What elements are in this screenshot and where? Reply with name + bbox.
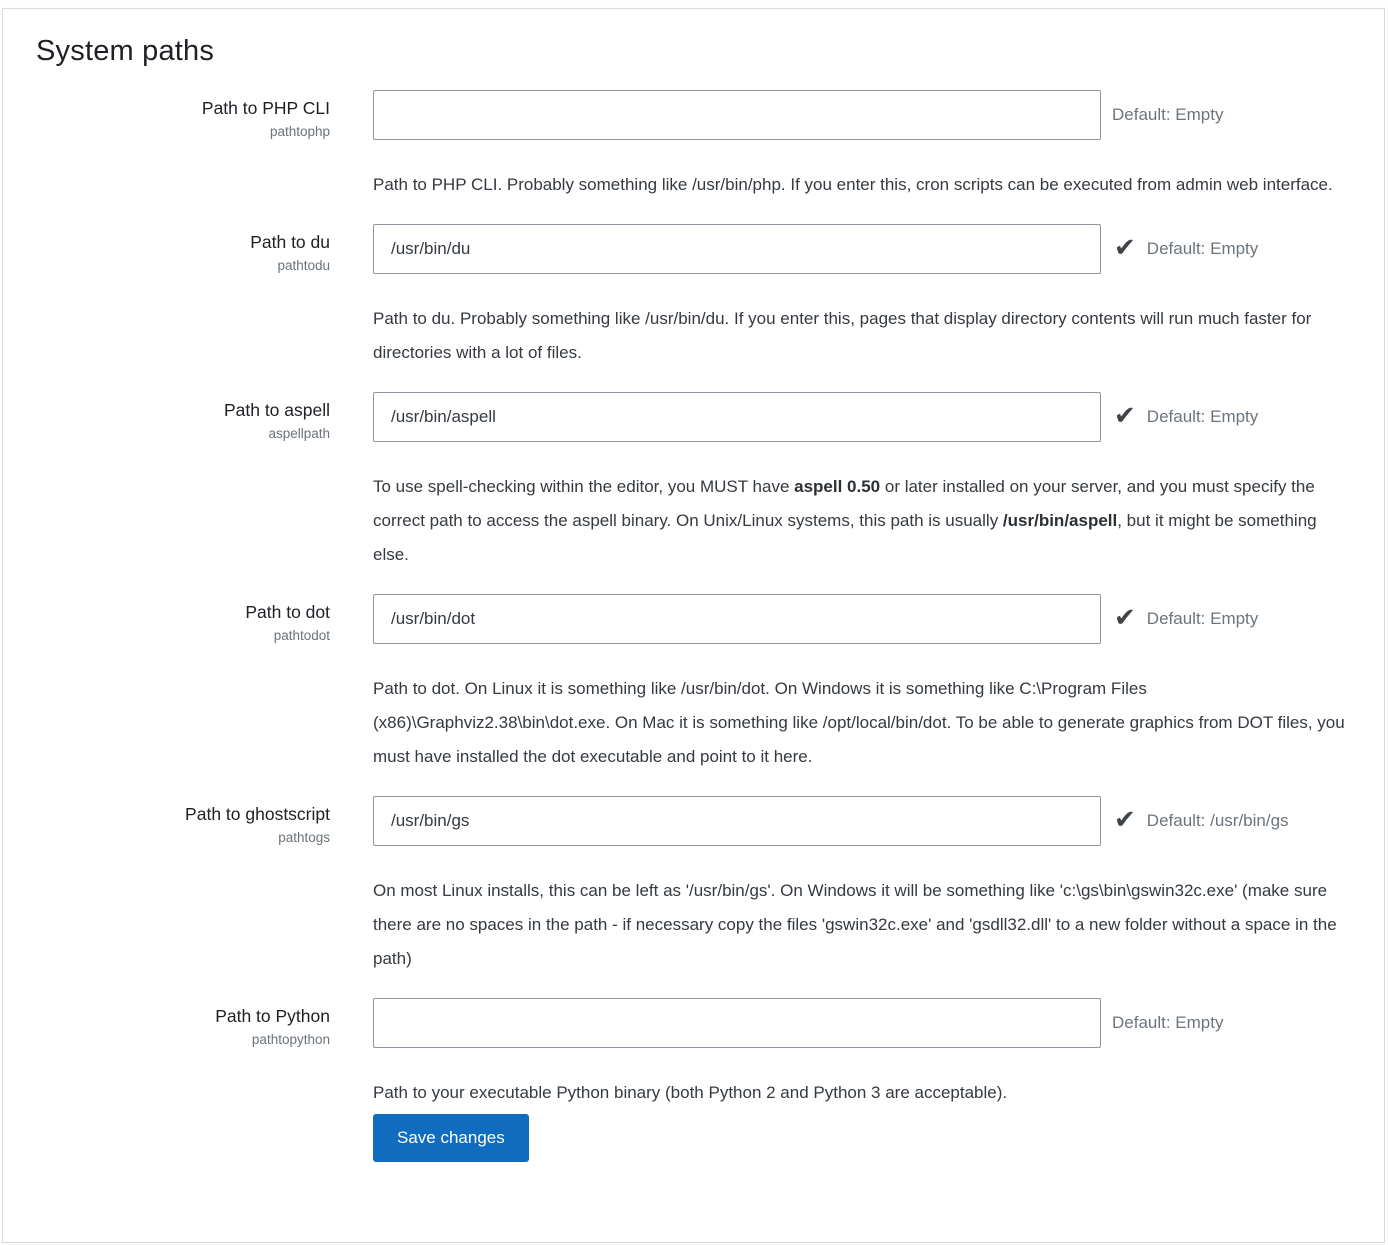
default-check-icon: ✔: [1114, 402, 1136, 428]
page-title: System paths: [36, 35, 1356, 68]
pathtopython-input[interactable]: [373, 998, 1101, 1048]
setting-id: pathtogs: [36, 830, 330, 845]
default-value-text: Default: /usr/bin/gs: [1147, 811, 1289, 831]
default-value-text: Default: Empty: [1147, 239, 1259, 259]
setting-id: pathtodot: [36, 628, 330, 643]
setting-label-column: Path to dot pathtodot: [36, 594, 330, 774]
setting-label: Path to dot: [36, 601, 330, 624]
setting-description: To use spell-checking within the editor,…: [373, 470, 1356, 572]
pathtodu-input[interactable]: [373, 224, 1101, 274]
default-value-text: Default: Empty: [1112, 105, 1224, 125]
setting-description: Path to du. Probably something like /usr…: [373, 302, 1356, 370]
default-value-text: Default: Empty: [1147, 407, 1259, 427]
setting-input-line: ✔ Default: Empty: [373, 224, 1356, 274]
setting-description: On most Linux installs, this can be left…: [373, 874, 1356, 976]
setting-description: Path to your executable Python binary (b…: [373, 1076, 1356, 1110]
pathtophp-input[interactable]: [373, 90, 1101, 140]
pathtodot-input[interactable]: [373, 594, 1101, 644]
save-changes-button[interactable]: Save changes: [373, 1114, 529, 1162]
setting-input-line: ✔ Default: Empty: [373, 594, 1356, 644]
setting-input-line: ✔ Default: /usr/bin/gs: [373, 796, 1356, 846]
default-check-icon: ✔: [1114, 234, 1136, 260]
setting-row-pathtodot: Path to dot pathtodot ✔ Default: Empty P…: [36, 594, 1356, 774]
setting-label-column: Path to Python pathtopython: [36, 998, 330, 1110]
setting-label-column: Path to aspell aspellpath: [36, 392, 330, 572]
setting-field-column: ✔ Default: Empty Path to du. Probably so…: [373, 224, 1356, 370]
setting-id: pathtophp: [36, 124, 330, 139]
setting-row-pathtogs: Path to ghostscript pathtogs ✔ Default: …: [36, 796, 1356, 976]
setting-field-column: Default: Empty Path to PHP CLI. Probably…: [373, 90, 1356, 202]
setting-description: Path to PHP CLI. Probably something like…: [373, 168, 1356, 202]
default-check-icon: ✔: [1114, 806, 1136, 832]
default-value-text: Default: Empty: [1112, 1013, 1224, 1033]
actions-field-column: Save changes: [373, 1114, 1356, 1162]
setting-label: Path to PHP CLI: [36, 97, 330, 120]
system-paths-panel: System paths Path to PHP CLI pathtophp D…: [2, 8, 1385, 1243]
setting-id: pathtopython: [36, 1032, 330, 1047]
pathtogs-input[interactable]: [373, 796, 1101, 846]
setting-label: Path to aspell: [36, 399, 330, 422]
settings-form: System paths Path to PHP CLI pathtophp D…: [3, 9, 1384, 1162]
setting-label: Path to ghostscript: [36, 803, 330, 826]
setting-label: Path to Python: [36, 1005, 330, 1028]
setting-field-column: ✔ Default: /usr/bin/gs On most Linux ins…: [373, 796, 1356, 976]
default-value-text: Default: Empty: [1147, 609, 1259, 629]
setting-row-aspellpath: Path to aspell aspellpath ✔ Default: Emp…: [36, 392, 1356, 572]
setting-description: Path to dot. On Linux it is something li…: [373, 672, 1356, 774]
aspellpath-input[interactable]: [373, 392, 1101, 442]
setting-id: pathtodu: [36, 258, 330, 273]
setting-field-column: ✔ Default: Empty Path to dot. On Linux i…: [373, 594, 1356, 774]
setting-field-column: Default: Empty Path to your executable P…: [373, 998, 1356, 1110]
setting-input-line: ✔ Default: Empty: [373, 392, 1356, 442]
setting-label-column: Path to ghostscript pathtogs: [36, 796, 330, 976]
form-actions-row: Save changes: [36, 1136, 1356, 1162]
setting-label-column: Path to PHP CLI pathtophp: [36, 90, 330, 202]
setting-input-line: Default: Empty: [373, 90, 1356, 140]
setting-row-pathtophp: Path to PHP CLI pathtophp Default: Empty…: [36, 90, 1356, 202]
setting-label: Path to du: [36, 231, 330, 254]
setting-id: aspellpath: [36, 426, 330, 441]
default-check-icon: ✔: [1114, 604, 1136, 630]
setting-field-column: ✔ Default: Empty To use spell-checking w…: [373, 392, 1356, 572]
setting-input-line: Default: Empty: [373, 998, 1356, 1048]
setting-row-pathtodu: Path to du pathtodu ✔ Default: Empty Pat…: [36, 224, 1356, 370]
setting-label-column: Path to du pathtodu: [36, 224, 330, 370]
actions-label-spacer: [36, 1136, 330, 1162]
setting-row-pathtopython: Path to Python pathtopython Default: Emp…: [36, 998, 1356, 1110]
